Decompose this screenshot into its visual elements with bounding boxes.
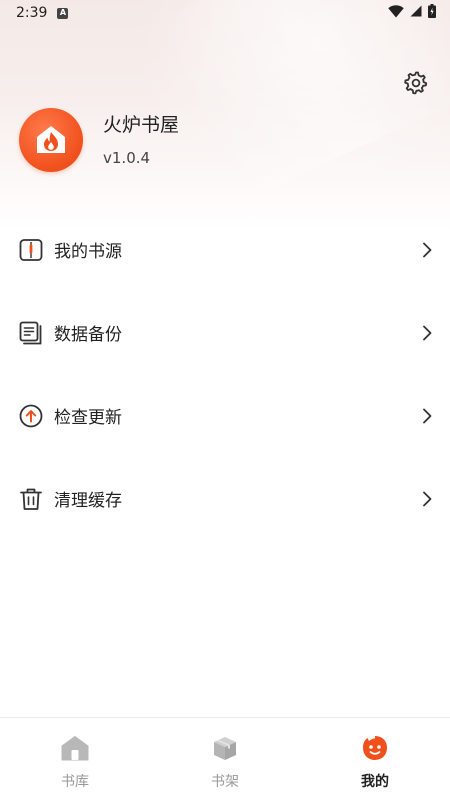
tab-library[interactable]: 书库 <box>0 718 150 800</box>
chevron-right-icon <box>420 491 434 506</box>
app-version: v1.0.4 <box>103 149 151 167</box>
chevron-right-icon <box>420 408 434 423</box>
notification-icon: A <box>57 7 69 19</box>
menu-label: 数据备份 <box>54 325 122 345</box>
update-icon <box>18 403 44 429</box>
app-name: 火炉书屋 <box>103 114 180 136</box>
tab-mine[interactable]: 我的 <box>300 718 450 800</box>
tab-label: 我的 <box>361 774 389 790</box>
chevron-right-icon <box>420 325 434 340</box>
status-time: 2:39 <box>16 5 48 21</box>
menu-label: 检查更新 <box>54 408 122 428</box>
profile-icon <box>361 734 389 762</box>
menu-item-data-backup[interactable]: 数据备份 <box>0 291 450 374</box>
tab-label: 书库 <box>61 774 89 790</box>
cellular-icon <box>410 5 422 21</box>
menu-item-clear-cache[interactable]: 清理缓存 <box>0 457 450 540</box>
backup-icon <box>18 320 44 346</box>
trash-icon <box>18 486 44 512</box>
bottom-tab-bar: 书库 书架 我的 <box>0 717 450 800</box>
gear-icon <box>403 70 429 100</box>
book-source-icon <box>18 237 44 263</box>
tab-label: 书架 <box>211 774 239 790</box>
menu-label: 清理缓存 <box>54 491 122 511</box>
settings-menu: 我的书源 数据备份 检查更新 清理缓存 <box>0 208 450 540</box>
settings-button[interactable] <box>402 71 430 99</box>
app-profile: 火炉书屋 v1.0.4 <box>19 108 179 172</box>
tab-bookshelf[interactable]: 书架 <box>150 718 300 800</box>
chevron-right-icon <box>420 242 434 257</box>
wifi-icon <box>388 4 404 22</box>
menu-label: 我的书源 <box>54 242 122 262</box>
menu-item-check-update[interactable]: 检查更新 <box>0 374 450 457</box>
app-logo <box>19 108 83 172</box>
bookshelf-icon <box>211 734 239 762</box>
home-icon <box>61 734 89 762</box>
battery-icon <box>428 4 436 22</box>
flame-house-icon <box>37 126 65 153</box>
menu-item-book-source[interactable]: 我的书源 <box>0 208 450 291</box>
status-bar: 2:39 A <box>0 0 450 26</box>
